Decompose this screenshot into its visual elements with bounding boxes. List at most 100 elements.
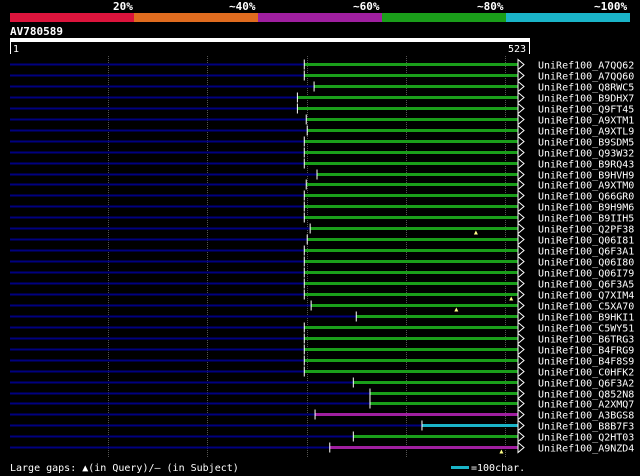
query-id: AV780589: [10, 25, 63, 38]
hit-end-arrow-icon: [517, 277, 525, 290]
hit-row[interactable]: UniRef100_B9IIH5: [10, 211, 634, 225]
scale-segment-20: [10, 13, 134, 22]
hit-label[interactable]: UniRef100_Q9FT45: [538, 105, 634, 116]
hit-row[interactable]: UniRef100_B9H9M6: [10, 200, 634, 214]
hit-row[interactable]: UniRef100_C5XA70: [10, 299, 634, 313]
identity-scale: 20% ~40% ~60% ~80% ~100%: [10, 0, 630, 22]
hit-end-arrow-icon: [517, 419, 525, 432]
hit-row[interactable]: UniRef100_Q66GR0: [10, 189, 634, 203]
hit-row[interactable]: UniRef100_B6TRG3: [10, 332, 634, 346]
hit-row[interactable]: UniRef100_A2XMQ7: [10, 397, 634, 411]
hit-row[interactable]: UniRef100_Q2HT03: [10, 430, 634, 444]
hit-label[interactable]: UniRef100_A9XTL9: [538, 127, 634, 138]
hit-end-arrow-icon: [517, 387, 525, 400]
scale-segment-40: [134, 13, 258, 22]
hit-label[interactable]: UniRef100_A9XTM1: [538, 116, 634, 127]
hit-label[interactable]: UniRef100_Q2PF38: [538, 225, 634, 236]
hit-label[interactable]: UniRef100_Q7XIM4: [538, 291, 634, 302]
hit-label[interactable]: UniRef100_Q8RWC5: [538, 83, 634, 94]
hit-list: UniRef100_A7QQ62UniRef100_A7QQ60UniRef10…: [10, 58, 634, 455]
scale-bar-label: =100char.: [471, 463, 525, 474]
hit-row[interactable]: UniRef100_B4FRG9: [10, 343, 634, 357]
hit-label[interactable]: UniRef100_Q06I80: [538, 258, 634, 269]
hit-label[interactable]: UniRef100_Q66GR0: [538, 192, 634, 203]
hit-label[interactable]: UniRef100_B4F8S9: [538, 357, 634, 368]
hit-label[interactable]: UniRef100_B6TRG3: [538, 335, 634, 346]
hit-end-arrow-icon: [517, 408, 525, 421]
hit-row[interactable]: UniRef100_Q9FT45: [10, 102, 634, 116]
hit-end-arrow-icon: [517, 244, 525, 257]
hit-row[interactable]: UniRef100_Q8RWC5: [10, 80, 634, 94]
hit-row[interactable]: UniRef100_B9HKI1: [10, 310, 634, 324]
hit-end-arrow-icon: [517, 58, 525, 71]
query-start-label: 1: [13, 44, 19, 55]
hit-end-arrow-icon: [517, 397, 525, 410]
hit-label[interactable]: UniRef100_C0HFK2: [538, 368, 634, 379]
hit-label[interactable]: UniRef100_A9NZD4: [538, 444, 634, 455]
hit-end-arrow-icon: [517, 343, 525, 356]
hit-row[interactable]: UniRef100_Q2PF38: [10, 222, 634, 236]
hit-label[interactable]: UniRef100_A3BGS8: [538, 411, 634, 422]
query-gap-marker-icon: [473, 230, 478, 235]
hit-row[interactable]: UniRef100_Q7XIM4: [10, 288, 634, 302]
hit-row[interactable]: UniRef100_C0HFK2: [10, 365, 634, 379]
hit-label[interactable]: UniRef100_Q93W32: [538, 149, 634, 160]
hit-row[interactable]: UniRef100_A7QQ62: [10, 58, 634, 72]
hit-label[interactable]: UniRef100_A2XMQ7: [538, 400, 634, 411]
hit-label[interactable]: UniRef100_Q06I79: [538, 269, 634, 280]
hit-end-arrow-icon: [517, 146, 525, 159]
hit-end-arrow-icon: [517, 376, 525, 389]
hit-row[interactable]: UniRef100_A3BGS8: [10, 408, 634, 422]
hit-label[interactable]: UniRef100_Q06I81: [538, 236, 634, 247]
hit-end-arrow-icon: [517, 321, 525, 334]
hit-row[interactable]: UniRef100_Q06I80: [10, 255, 634, 269]
hit-label[interactable]: UniRef100_A7QQ62: [538, 61, 634, 72]
hit-label[interactable]: UniRef100_Q6F3A5: [538, 280, 634, 291]
hit-label[interactable]: UniRef100_B9IIH5: [538, 214, 634, 225]
hit-row[interactable]: UniRef100_A9XTM1: [10, 113, 634, 127]
hit-row[interactable]: UniRef100_C5WY51: [10, 321, 634, 335]
hit-row[interactable]: UniRef100_Q6F3A1: [10, 244, 634, 258]
hit-row[interactable]: UniRef100_A9XTM0: [10, 178, 634, 192]
hit-row[interactable]: UniRef100_B9SDM5: [10, 135, 634, 149]
hit-label[interactable]: UniRef100_Q6F3A2: [538, 379, 634, 390]
hit-row[interactable]: UniRef100_B9DHX7: [10, 91, 634, 105]
hit-row[interactable]: UniRef100_Q06I81: [10, 233, 634, 247]
hit-end-arrow-icon: [517, 255, 525, 268]
hit-end-arrow-icon: [517, 69, 525, 82]
hit-row[interactable]: UniRef100_Q6F3A2: [10, 376, 634, 390]
hit-row[interactable]: UniRef100_B9RQ43: [10, 157, 634, 171]
scale-segment-80: [382, 13, 506, 22]
hit-label[interactable]: UniRef100_B8B7F3: [538, 422, 634, 433]
scale-bar: [451, 466, 469, 469]
hit-label[interactable]: UniRef100_B9DHX7: [538, 94, 634, 105]
hit-label[interactable]: UniRef100_C5XA70: [538, 302, 634, 313]
hit-label[interactable]: UniRef100_Q6F3A1: [538, 247, 634, 258]
hit-label[interactable]: UniRef100_B9H9M6: [538, 203, 634, 214]
hit-row[interactable]: UniRef100_Q06I79: [10, 266, 634, 280]
hit-end-arrow-icon: [517, 310, 525, 323]
hit-end-arrow-icon: [517, 135, 525, 148]
hit-label[interactable]: UniRef100_C5WY51: [538, 324, 634, 335]
hit-label[interactable]: UniRef100_A7QQ60: [538, 72, 634, 83]
hit-row[interactable]: UniRef100_Q6F3A5: [10, 277, 634, 291]
hit-label[interactable]: UniRef100_B9SDM5: [538, 138, 634, 149]
hit-row[interactable]: UniRef100_A7QQ60: [10, 69, 634, 83]
hit-end-arrow-icon: [517, 157, 525, 170]
hit-label[interactable]: UniRef100_B9RQ43: [538, 160, 634, 171]
hit-row[interactable]: UniRef100_B8B7F3: [10, 419, 634, 433]
hit-label[interactable]: UniRef100_B4FRG9: [538, 346, 634, 357]
scale-label-40: ~40%: [229, 0, 256, 13]
hit-row[interactable]: UniRef100_B4F8S9: [10, 354, 634, 368]
hit-end-arrow-icon: [517, 365, 525, 378]
scale-label-80: ~80%: [477, 0, 504, 13]
scale-segment-100: [506, 13, 630, 22]
hit-end-arrow-icon: [517, 299, 525, 312]
hit-row[interactable]: UniRef100_A9NZD4: [10, 441, 634, 455]
hit-label[interactable]: UniRef100_Q2HT03: [538, 433, 634, 444]
hit-row[interactable]: UniRef100_A9XTL9: [10, 124, 634, 138]
query-gap-marker-icon: [454, 307, 459, 312]
hit-label[interactable]: UniRef100_B9HKI1: [538, 313, 634, 324]
hit-row[interactable]: UniRef100_Q93W32: [10, 146, 634, 160]
hit-label[interactable]: UniRef100_A9XTM0: [538, 181, 634, 192]
